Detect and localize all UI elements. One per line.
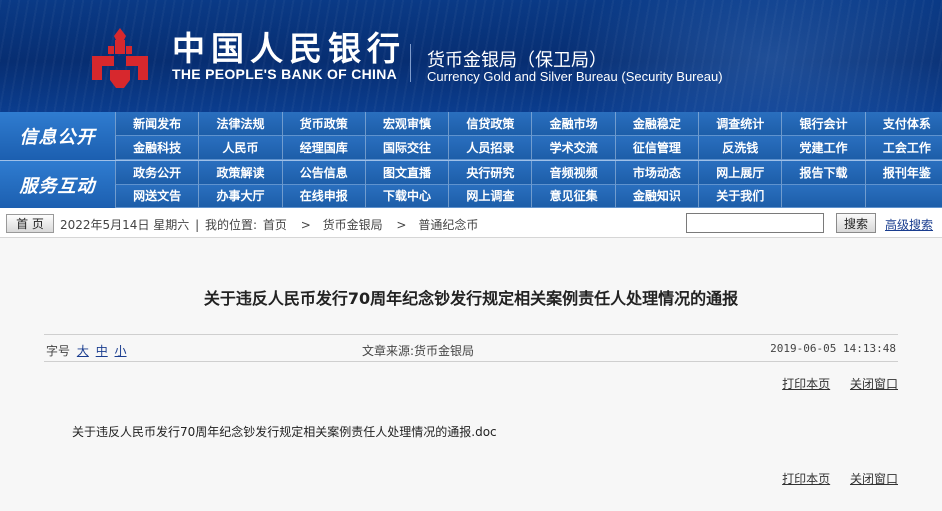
nav-item-payment[interactable]: 支付体系 <box>864 112 942 136</box>
nav-item-union[interactable]: 工会工作 <box>864 136 942 160</box>
nav-item-accounting[interactable]: 银行会计 <box>781 112 865 136</box>
nav-group-info: 信息公开 新闻发布 法律法规 货币政策 宏观审慎 信贷政策 金融市场 金融稳定 … <box>0 112 942 160</box>
bank-name-cn: 中国人民银行 <box>172 29 406 68</box>
nav-item-anti-money-laundering[interactable]: 反洗钱 <box>698 136 782 160</box>
nav-item-party-building[interactable]: 党建工作 <box>781 136 865 160</box>
nav-item-about-us[interactable]: 关于我们 <box>698 184 782 208</box>
nav-item-financial-stability[interactable]: 金融稳定 <box>614 112 699 136</box>
breadcrumb-item-home[interactable]: 首页 <box>263 218 287 232</box>
nav-item-empty <box>864 184 942 208</box>
bureau-name-en: Currency Gold and Silver Bureau (Securit… <box>427 69 723 84</box>
nav-item-rmb[interactable]: 人民币 <box>198 136 282 160</box>
nav-item-report-download[interactable]: 报告下载 <box>781 161 865 185</box>
nav-group-label: 服务互动 <box>0 161 115 208</box>
nav-item-announcements[interactable]: 公告信息 <box>281 161 365 185</box>
font-size-small[interactable]: 小 <box>115 344 127 358</box>
pboc-logo-icon[interactable] <box>88 26 152 90</box>
nav-item-gov-affairs[interactable]: 政务公开 <box>115 161 199 185</box>
nav-item-international[interactable]: 国际交往 <box>364 136 449 160</box>
nav-item-market-news[interactable]: 市场动态 <box>614 161 699 185</box>
close-window-link[interactable]: 关闭窗口 <box>850 472 898 486</box>
nav-item-macroprudential[interactable]: 宏观审慎 <box>364 112 449 136</box>
nav-item-monetary-policy[interactable]: 货币政策 <box>281 112 365 136</box>
nav-item-empty <box>781 184 865 208</box>
nav-item-fintech[interactable]: 金融科技 <box>115 136 199 160</box>
nav-item-survey[interactable]: 网上调查 <box>448 184 532 208</box>
nav-item-news[interactable]: 新闻发布 <box>115 112 199 136</box>
attachment-link[interactable]: 关于违反人民币发行70周年纪念钞发行规定相关案例责任人处理情况的通报.doc <box>72 423 497 440</box>
print-link[interactable]: 打印本页 <box>782 377 830 391</box>
banner-glow <box>560 0 942 112</box>
breadcrumb-bar: 首 页 2022年5月14日 星期六 | 我的位置: 首页 > 货币金银局 > … <box>0 208 942 238</box>
close-window-link[interactable]: 关闭窗口 <box>850 377 898 391</box>
article-actions-bottom: 打印本页 关闭窗口 <box>766 470 898 487</box>
header-divider <box>410 44 411 82</box>
nav-item-recruitment[interactable]: 人员招录 <box>448 136 532 160</box>
nav-item-service-hall[interactable]: 办事大厅 <box>198 184 282 208</box>
nav-item-credit-reference[interactable]: 征信管理 <box>614 136 699 160</box>
breadcrumb-item-commemorative[interactable]: 普通纪念币 <box>418 218 478 232</box>
nav-item-policy-interpretation[interactable]: 政策解读 <box>198 161 282 185</box>
breadcrumb-item-bureau[interactable]: 货币金银局 <box>323 218 383 232</box>
search-input[interactable] <box>686 213 824 233</box>
nav-item-statistics[interactable]: 调查统计 <box>698 112 782 136</box>
nav-item-laws[interactable]: 法律法规 <box>198 112 282 136</box>
nav-item-notices[interactable]: 网送文告 <box>115 184 199 208</box>
font-size-control: 字号 大 中 小 <box>46 342 127 359</box>
nav-item-credit-policy[interactable]: 信贷政策 <box>448 112 532 136</box>
bank-name-en: THE PEOPLE'S BANK OF CHINA <box>172 66 398 82</box>
nav-item-treasury[interactable]: 经理国库 <box>281 136 365 160</box>
nav-items: 新闻发布 法律法规 货币政策 宏观审慎 信贷政策 金融市场 金融稳定 调查统计 … <box>115 112 942 160</box>
article-title: 关于违反人民币发行70周年纪念钞发行规定相关案例责任人处理情况的通报 <box>203 289 739 308</box>
chevron-right-icon: > <box>396 218 407 232</box>
font-size-large[interactable]: 大 <box>77 344 89 358</box>
nav-item-av[interactable]: 音频视频 <box>531 161 615 185</box>
advanced-search-link[interactable]: 高级搜索 <box>885 216 933 233</box>
header-banner: 中国人民银行 THE PEOPLE'S BANK OF CHINA 货币金银局（… <box>0 0 942 112</box>
nav-item-feedback[interactable]: 意见征集 <box>531 184 615 208</box>
nav-item-academic[interactable]: 学术交流 <box>531 136 615 160</box>
nav-item-download-center[interactable]: 下载中心 <box>364 184 449 208</box>
nav-group-label: 信息公开 <box>0 112 115 160</box>
chevron-right-icon: > <box>300 218 311 232</box>
nav-item-live[interactable]: 图文直播 <box>364 161 449 185</box>
nav-item-financial-knowledge[interactable]: 金融知识 <box>614 184 699 208</box>
source-value: 货币金银局 <box>414 344 475 358</box>
font-size-label: 字号 <box>46 344 71 358</box>
article-actions-top: 打印本页 关闭窗口 <box>766 375 898 392</box>
nav-items: 政务公开 政策解读 公告信息 图文直播 央行研究 音频视频 市场动态 网上展厅 … <box>115 161 942 208</box>
location-prefix: 我的位置: <box>204 218 258 232</box>
nav-item-financial-market[interactable]: 金融市场 <box>531 112 615 136</box>
main-nav: 信息公开 新闻发布 法律法规 货币政策 宏观审慎 信贷政策 金融市场 金融稳定 … <box>0 112 942 208</box>
print-link[interactable]: 打印本页 <box>782 472 830 486</box>
article-meta: 字号 大 中 小 文章来源:货币金银局 2019-06-05 14:13:48 <box>44 334 898 362</box>
source-label: 文章来源: <box>362 344 415 358</box>
publish-date: 2019-06-05 14:13:48 <box>770 342 896 355</box>
current-date: 2022年5月14日 星期六 <box>60 218 190 232</box>
breadcrumb: 2022年5月14日 星期六 | 我的位置: 首页 > 货币金银局 > 普通纪念… <box>60 216 480 233</box>
nav-item-online-filing[interactable]: 在线申报 <box>281 184 365 208</box>
home-button[interactable]: 首 页 <box>6 214 54 233</box>
font-size-medium[interactable]: 中 <box>96 344 108 358</box>
search-button[interactable]: 搜索 <box>836 213 876 233</box>
breadcrumb-separator: | <box>195 218 200 232</box>
nav-item-yearbook[interactable]: 报刊年鉴 <box>864 161 942 185</box>
nav-group-service: 服务互动 政务公开 政策解读 公告信息 图文直播 央行研究 音频视频 市场动态 … <box>0 161 942 208</box>
nav-item-research[interactable]: 央行研究 <box>448 161 532 185</box>
nav-item-online-exhibition[interactable]: 网上展厅 <box>698 161 782 185</box>
article-source: 文章来源:货币金银局 <box>362 342 474 359</box>
article: 关于违反人民币发行70周年纪念钞发行规定相关案例责任人处理情况的通报 字号 大 … <box>0 239 942 511</box>
